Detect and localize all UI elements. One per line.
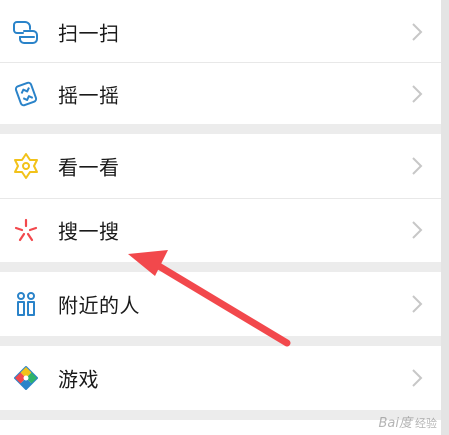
top-stories-icon xyxy=(12,152,40,180)
menu-item-search[interactable]: 搜一搜 xyxy=(0,198,441,262)
watermark-text: Bai度 xyxy=(378,416,413,431)
menu-item-people-nearby[interactable]: 附近的人 xyxy=(0,272,441,336)
watermark-sub: 经验 xyxy=(415,417,437,430)
watermark: Bai度 经验 xyxy=(379,412,438,431)
menu-item-scan[interactable]: 扫一扫 xyxy=(0,0,441,64)
shake-icon xyxy=(12,80,40,108)
scan-icon xyxy=(12,18,40,46)
menu-item-label: 看一看 xyxy=(58,155,120,180)
discover-page: 扫一扫 摇一摇 看一看 搜一搜 附近的人 游戏 Bai度 经验 xyxy=(0,0,449,435)
chevron-right-icon xyxy=(411,84,423,104)
games-icon xyxy=(12,364,40,392)
scroll-gutter xyxy=(441,0,449,435)
menu-group-3: 附近的人 xyxy=(0,272,441,336)
menu-item-label: 搜一搜 xyxy=(58,219,120,244)
people-nearby-icon xyxy=(12,290,40,318)
menu-item-label: 摇一摇 xyxy=(58,83,120,108)
menu-group-4: 游戏 xyxy=(0,346,441,410)
chevron-right-icon xyxy=(411,368,423,388)
chevron-right-icon xyxy=(411,156,423,176)
chevron-right-icon xyxy=(411,294,423,314)
menu-item-top-stories[interactable]: 看一看 xyxy=(0,134,441,198)
menu-item-label: 附近的人 xyxy=(58,293,140,318)
menu-item-games[interactable]: 游戏 xyxy=(0,346,441,410)
chevron-right-icon xyxy=(411,22,423,42)
menu-group-1: 扫一扫 摇一摇 xyxy=(0,0,441,124)
menu-group-2: 看一看 搜一搜 xyxy=(0,134,441,262)
chevron-right-icon xyxy=(411,220,423,240)
menu-item-label: 游戏 xyxy=(58,367,99,392)
menu-item-label: 扫一扫 xyxy=(58,21,120,46)
menu-item-shake[interactable]: 摇一摇 xyxy=(0,62,441,126)
search-icon xyxy=(12,216,40,244)
menu-group-5 xyxy=(0,420,441,435)
